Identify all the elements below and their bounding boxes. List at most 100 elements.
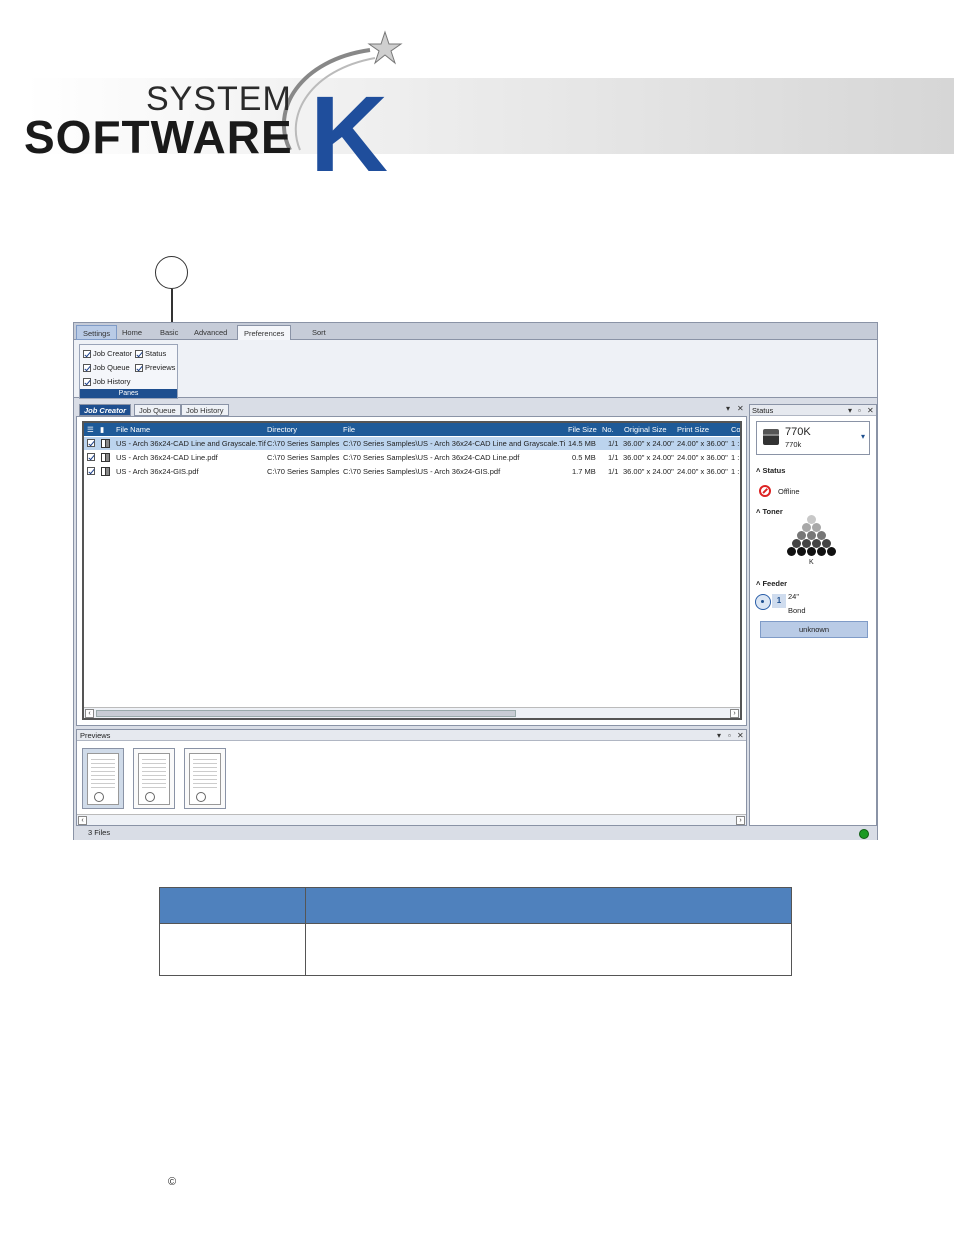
table-row [159,923,792,976]
previews-panel: Previews ▾ ▫ ✕ ‹ › [76,729,747,826]
tab-preferences[interactable]: Preferences [237,325,292,341]
feeder-section-header[interactable]: ˄ Feeder [756,579,787,588]
checkbox-status[interactable]: Status [135,349,166,358]
cell-copies: 1 : [731,439,740,448]
app-window: Settings Home Basic Advanced Preferences… [73,322,878,840]
table-header: ☰ ▮ File Name Directory File File Size N… [84,423,740,436]
pane-close-icon[interactable]: ✕ [737,731,744,740]
col-original-size[interactable]: Original Size [624,423,676,436]
cell-directory: C:\70 Series Samples\ [267,467,339,476]
select-all-icon[interactable]: ▮ [100,423,104,436]
file-count: 3 Files [88,828,111,837]
col-file[interactable]: File [343,423,558,436]
previews-scrollbar[interactable]: ‹ › [77,814,746,825]
checkbox-label: Job History [93,377,131,386]
tab-basic[interactable]: Basic [154,325,184,340]
cell-copies: 1 : [731,453,740,462]
checkbox-previews[interactable]: Previews [135,363,175,372]
cell-no: 1/1 [608,439,619,448]
preview-thumbnail[interactable] [133,748,175,809]
status-section-header[interactable]: ˄ Status [756,466,785,475]
feeder-number: 1 [772,594,786,608]
document-table [159,887,792,976]
job-creator-panel: ☰ ▮ File Name Directory File File Size N… [76,416,747,726]
file-icon [101,467,110,476]
device-selector[interactable]: 770K 770k ▾ [756,421,870,455]
cell-file-size: 14.5 MB [568,439,596,448]
table-cell [305,923,792,976]
table-row[interactable]: US - Arch 36x24-CAD Line.pdf C:\70 Serie… [84,451,740,464]
pane-close-icon[interactable]: ✕ [867,406,874,415]
checkbox-job-queue[interactable]: Job Queue [83,363,130,372]
scroll-thumb[interactable] [96,710,516,717]
file-list: ☰ ▮ File Name Directory File File Size N… [82,421,742,720]
section-label: Toner [762,507,783,516]
feeder-size: 24" [788,592,800,601]
toner-label: K [809,559,814,566]
scroll-right-icon[interactable]: › [736,816,745,825]
preview-page [87,753,119,805]
tab-job-history[interactable]: Job History [181,404,229,416]
col-file-name[interactable]: File Name [116,423,261,436]
cell-file-name: US - Arch 36x24-CAD Line and Grayscale.T… [116,439,266,448]
tab-job-creator[interactable]: Job Creator [79,404,132,416]
tab-job-queue[interactable]: Job Queue [134,404,181,416]
cell-print-size: 24.00" x 36.00" [677,453,728,462]
row-checkbox[interactable] [87,439,95,447]
scroll-left-icon[interactable]: ‹ [85,709,94,718]
section-label: Feeder [762,579,788,588]
file-icon [101,439,110,448]
pane-pin-icon[interactable]: ▫ [858,406,861,415]
ribbon-tabbar: Settings Home Basic Advanced Preferences… [74,323,877,341]
scroll-left-icon[interactable]: ‹ [78,816,87,825]
checkbox-job-creator[interactable]: Job Creator [83,349,132,358]
tab-sort[interactable]: Sort [306,325,332,340]
cell-original-size: 36.00" x 24.00" [623,453,674,462]
col-copies[interactable]: Co [731,423,740,436]
header-banner: SYSTEM SOFTWARE K [0,30,954,188]
preview-page [189,753,221,805]
cell-file-name: US - Arch 36x24-GIS.pdf [116,467,199,476]
table-cell [159,923,306,976]
tab-home[interactable]: Home [116,325,148,340]
pane-dropdown-icon[interactable]: ▾ [717,731,721,740]
copyright-symbol: © [168,1176,177,1188]
logo-software-text: SOFTWARE [24,111,293,163]
cell-file: C:\70 Series Samples\US - Arch 36x24-CAD… [343,453,520,462]
cell-directory: C:\70 Series Samples\ [267,439,339,448]
col-file-size[interactable]: File Size [568,423,600,436]
col-no[interactable]: No. [602,423,622,436]
table-row[interactable]: US - Arch 36x24-GIS.pdf C:\70 Series Sam… [84,465,740,478]
previews-title: Previews [77,730,746,741]
table-row[interactable]: US - Arch 36x24-CAD Line and Grayscale.T… [84,437,740,450]
checkbox-label: Previews [145,363,176,372]
list-icon[interactable]: ☰ [87,423,94,436]
cell-print-size: 24.00" x 36.00" [677,439,728,448]
pane-dropdown-icon[interactable]: ▾ [726,404,730,413]
cell-file-size: 1.7 MB [572,467,596,476]
device-name: 770K [785,426,811,438]
tab-settings[interactable]: Settings [76,325,118,340]
col-print-size[interactable]: Print Size [677,423,727,436]
row-checkbox[interactable] [87,453,95,461]
preview-thumbnail[interactable] [82,748,124,809]
feeder-unknown-button[interactable]: unknown [760,621,868,638]
checkbox-icon [135,349,143,358]
scroll-right-icon[interactable]: › [730,709,739,718]
pane-pin-icon[interactable]: ▫ [728,731,731,740]
status-panel: Status ▾ ▫ ✕ 770K 770k ▾ ˄ Status Offlin… [749,404,877,826]
horizontal-scrollbar[interactable]: ‹ › [84,707,740,718]
pane-close-icon[interactable]: ✕ [737,404,744,413]
preview-thumbnail[interactable] [184,748,226,809]
checkbox-job-history[interactable]: Job History [83,377,131,386]
checkbox-label: Job Creator [93,349,133,358]
chevron-down-icon[interactable]: ▾ [861,432,865,441]
checkbox-icon [83,349,91,358]
row-checkbox[interactable] [87,467,95,475]
tab-advanced[interactable]: Advanced [188,325,233,340]
cell-file-size: 0.5 MB [572,453,596,462]
file-icon [101,453,110,462]
pane-dropdown-icon[interactable]: ▾ [848,406,852,415]
col-directory[interactable]: Directory [267,423,337,436]
toner-section-header[interactable]: ˄ Toner [756,507,783,516]
